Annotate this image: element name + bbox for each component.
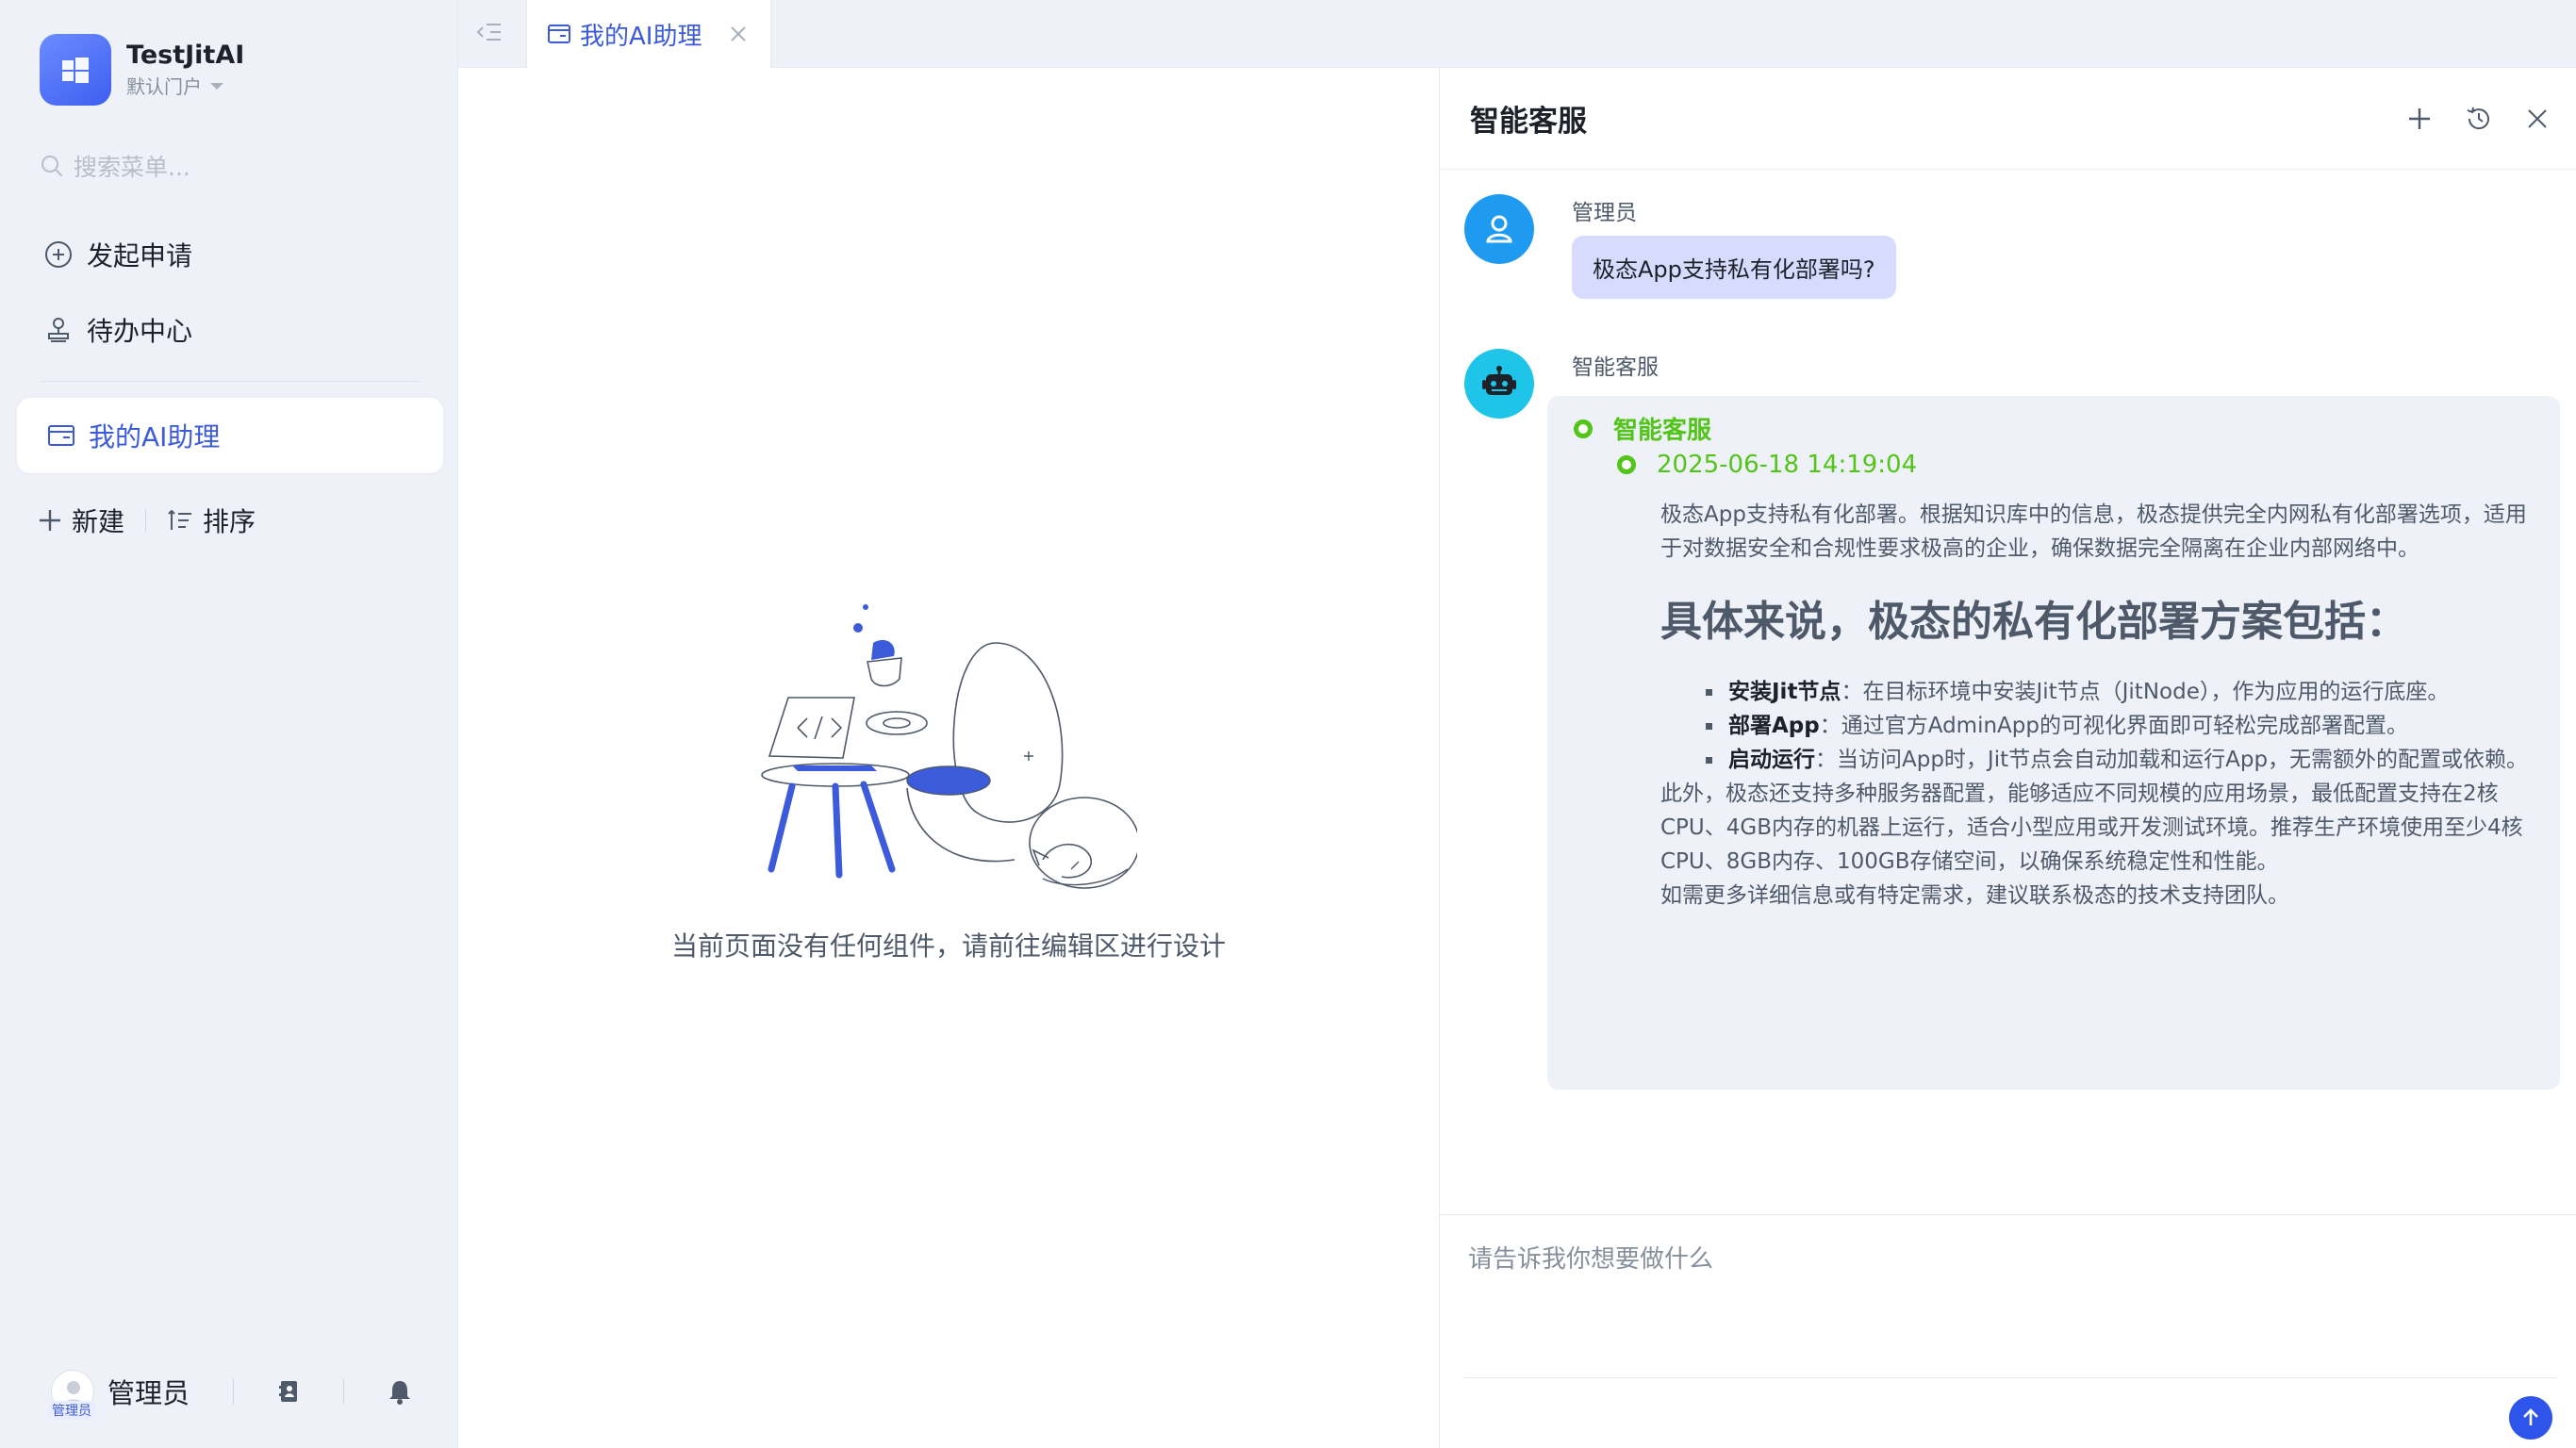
arrow-up-icon	[2520, 1407, 2541, 1428]
robot-icon	[1464, 349, 1534, 419]
reply-closing: 如需更多详细信息或有特定需求，建议联系极态的技术支持团队。	[1660, 883, 2289, 908]
tab-ai-assistant[interactable]: 我的AI助理	[526, 0, 771, 68]
empty-state-illustration	[760, 586, 1140, 911]
new-button[interactable]: 新建	[38, 502, 124, 539]
tab-label: 我的AI助理	[580, 22, 702, 51]
sidebar-item-ai-assistant[interactable]: 我的AI助理	[17, 398, 443, 473]
step-timestamp: 2025-06-18 14:19:04	[1657, 451, 1918, 479]
sidebar-item-label: 发起申请	[87, 240, 193, 272]
user-avatar-icon	[1464, 194, 1534, 264]
reply-content: 极态App支持私有化部署。根据知识库中的信息，极态提供完全内网私有化部署选项，适…	[1660, 498, 2537, 913]
menu-search[interactable]: 搜索菜单...	[40, 149, 190, 183]
message-bubble: 极态App支持私有化部署吗?	[1572, 236, 1896, 299]
step-dot-icon	[1617, 455, 1636, 474]
divider	[1464, 1377, 2558, 1378]
contacts-book-icon[interactable]	[277, 1378, 300, 1405]
search-icon	[40, 154, 64, 178]
sort-button[interactable]: 排序	[167, 502, 256, 539]
collapse-sidebar-icon[interactable]	[475, 19, 504, 45]
send-button[interactable]	[2509, 1396, 2552, 1440]
list-item-bold: 安装Jit节点	[1728, 680, 1841, 704]
step-dot-icon	[1574, 419, 1593, 438]
list-item-bold: 部署App	[1728, 714, 1820, 738]
divider	[343, 1379, 345, 1404]
list-item: 部署App：通过官方AdminApp的可视化界面即可轻松完成部署配置。	[1706, 709, 2537, 743]
tab-bar: 我的AI助理	[458, 0, 2576, 68]
list-item: 安装Jit节点：在目标环境中安装Jit节点（JitNode），作为应用的运行底座…	[1706, 675, 2537, 709]
bell-icon[interactable]	[388, 1378, 412, 1405]
new-label: 新建	[72, 506, 125, 537]
message-sender: 管理员	[1572, 201, 1637, 225]
window-icon	[548, 24, 570, 44]
step-title: 智能客服	[1613, 417, 1712, 445]
app-logo-icon	[40, 34, 111, 106]
sidebar-item-label: 我的AI助理	[89, 421, 221, 452]
user-menu[interactable]: 管理员 管理员	[48, 1370, 190, 1420]
app-name: TestJitAI	[126, 41, 245, 70]
chat-header: 智能客服	[1440, 68, 2576, 170]
chat-title: 智能客服	[1470, 105, 1587, 139]
caret-down-icon	[209, 82, 224, 91]
message-sender: 智能客服	[1572, 355, 1659, 380]
chat-message-user: 管理员 极态App支持私有化部署吗?	[1464, 194, 1896, 299]
reply-list: 安装Jit节点：在目标环境中安装Jit节点（JitNode），作为应用的运行底座…	[1706, 675, 2537, 777]
chat-message-bot: 智能客服	[1464, 349, 1659, 419]
close-icon[interactable]	[729, 25, 748, 43]
brand[interactable]: TestJitAI 默认门户	[40, 34, 244, 106]
portal-label: 默认门户	[126, 75, 202, 98]
list-item: 启动运行：当访问App时，Jit节点会自动加载和运行App，无需额外的配置或依赖…	[1706, 743, 2537, 777]
bot-reply-card: 智能客服 2025-06-18 14:19:04 极态App支持私有化部署。根据…	[1547, 396, 2560, 1090]
close-panel-icon[interactable]	[2525, 107, 2550, 131]
sidebar-item-apply[interactable]: 发起申请	[43, 236, 192, 273]
step-item: 智能客服	[1574, 411, 1711, 446]
sort-label: 排序	[203, 506, 256, 537]
reply-intro: 极态App支持私有化部署。根据知识库中的信息，极态提供完全内网私有化部署选项，适…	[1660, 502, 2527, 561]
stamp-icon	[43, 315, 74, 345]
user-name: 管理员	[107, 1377, 190, 1409]
plus-icon	[38, 508, 62, 533]
sort-icon	[167, 508, 193, 533]
list-item-text: ：通过官方AdminApp的可视化界面即可轻松完成部署配置。	[1819, 714, 2408, 738]
reply-heading: 具体来说，极态的私有化部署方案包括：	[1660, 598, 2407, 646]
list-item-bold: 启动运行	[1728, 748, 1815, 772]
divider	[233, 1379, 235, 1404]
empty-state-text: 当前页面没有任何组件，请前往编辑区进行设计	[670, 930, 1226, 962]
step-item: 2025-06-18 14:19:04	[1617, 451, 1917, 479]
sidebar-footer: 管理员 管理员	[0, 1361, 458, 1422]
divider	[145, 509, 147, 532]
window-icon	[47, 423, 75, 448]
search-input[interactable]: 搜索菜单...	[74, 149, 190, 183]
chat-input-area: 请告诉我你想要做什么	[1440, 1214, 2576, 1448]
reply-paragraph: 此外，极态还支持多种服务器配置，能够适应不同规模的应用场景，最低配置支持在2核C…	[1660, 782, 2523, 874]
sidebar-item-todo[interactable]: 待办中心	[43, 311, 192, 349]
sidebar: TestJitAI 默认门户 搜索菜单... 发起申请 待办中心 我的AI助理 …	[0, 0, 458, 1448]
sidebar-item-label: 待办中心	[87, 316, 193, 347]
history-icon[interactable]	[2465, 105, 2493, 133]
sidebar-actions: 新建 排序	[38, 502, 256, 539]
new-chat-icon[interactable]	[2406, 106, 2433, 132]
portal-switcher[interactable]: 默认门户	[126, 73, 244, 101]
sidebar-divider	[40, 381, 421, 382]
chat-input[interactable]: 请告诉我你想要做什么	[1468, 1240, 1713, 1275]
list-item-text: ：当访问App时，Jit节点会自动加载和运行App，无需额外的配置或依赖。	[1815, 748, 2529, 772]
plus-circle-icon	[43, 239, 74, 270]
avatar: 管理员	[48, 1370, 95, 1420]
avatar-tag: 管理员	[48, 1401, 95, 1420]
page-canvas: 当前页面没有任何组件，请前往编辑区进行设计	[458, 68, 1439, 1448]
list-item-text: ：在目标环境中安装Jit节点（JitNode），作为应用的运行底座。	[1841, 680, 2450, 704]
